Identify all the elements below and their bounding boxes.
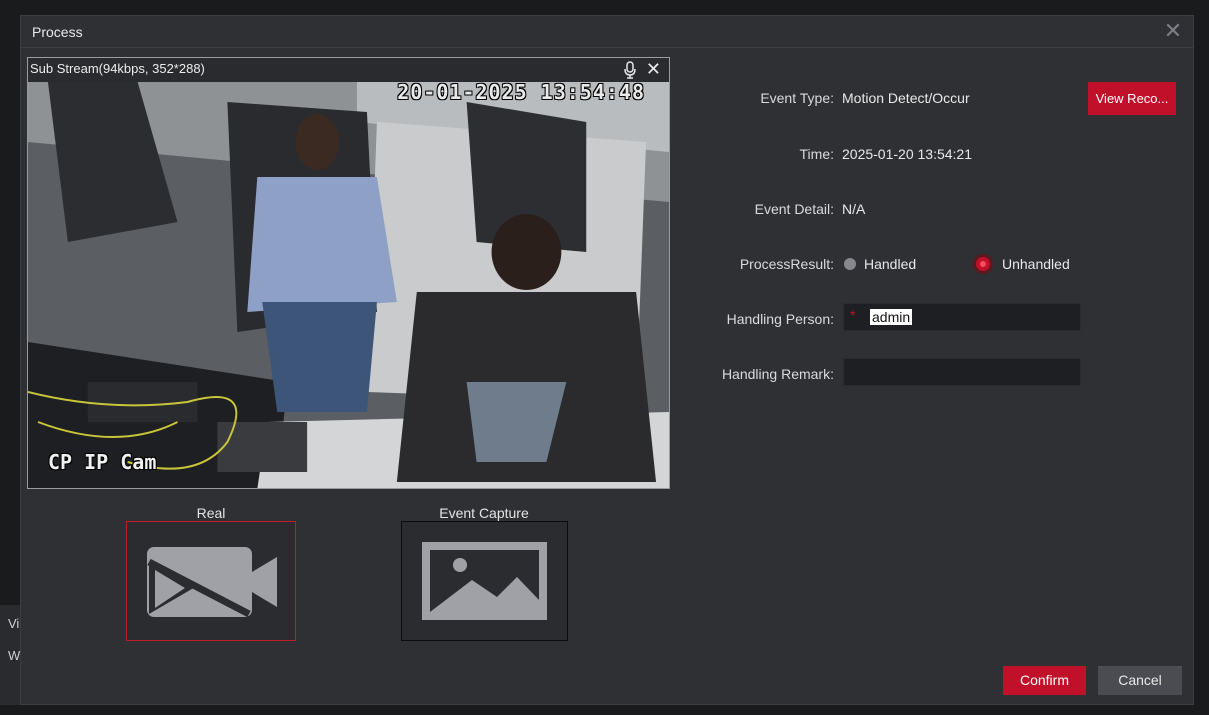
confirm-button[interactable]: Confirm — [1003, 666, 1086, 695]
radio-unhandled[interactable]: Unhandled — [976, 256, 1070, 272]
microphone-icon[interactable] — [623, 61, 637, 79]
close-icon[interactable]: ✕ — [1161, 19, 1185, 43]
real-video-thumbnail[interactable] — [126, 521, 296, 641]
event-type-value: Motion Detect/Occur — [842, 90, 970, 106]
time-value: 2025-01-20 13:54:21 — [842, 146, 972, 162]
event-capture-thumbnail[interactable] — [401, 521, 568, 641]
dialog-title: Process — [32, 24, 83, 40]
radio-handled[interactable]: Handled — [844, 256, 916, 272]
handling-person-input[interactable]: * admin — [843, 303, 1081, 331]
background-partial-label: W — [8, 648, 21, 663]
capture-thumbnail-label: Event Capture — [439, 505, 529, 521]
event-detail-label: Event Detail: — [754, 201, 834, 217]
handling-remark-input[interactable] — [843, 358, 1081, 386]
event-detail-value: N/A — [842, 201, 866, 217]
osd-timestamp: 20-01-2025 13:54:48 — [397, 80, 645, 104]
video-player[interactable]: Sub Stream(94kbps, 352*288) ✕ 20-01-2025… — [27, 57, 670, 489]
video-header: Sub Stream(94kbps, 352*288) ✕ — [28, 58, 669, 82]
cancel-button[interactable]: Cancel — [1098, 666, 1182, 695]
handling-person-value: admin — [870, 309, 913, 325]
time-label: Time: — [799, 146, 834, 162]
image-icon — [422, 542, 547, 620]
osd-camera-name: CP IP Cam — [48, 450, 157, 474]
process-result-label: ProcessResult: — [739, 256, 834, 272]
event-type-label: Event Type: — [760, 90, 834, 106]
required-mark: * — [850, 307, 856, 323]
handling-remark-label: Handling Remark: — [721, 366, 834, 382]
view-record-button[interactable]: View Reco... — [1088, 82, 1176, 115]
radio-handled-label: Handled — [864, 256, 917, 272]
process-dialog: Process ✕ Sub Stream(94kbps, 352*288) ✕ — [20, 15, 1194, 705]
radio-unchecked-icon — [844, 258, 856, 270]
video-camera-off-icon — [147, 547, 277, 618]
radio-unhandled-label: Unhandled — [1002, 256, 1070, 272]
handling-person-label: Handling Person: — [726, 311, 834, 327]
stream-title: Sub Stream(94kbps, 352*288) — [30, 61, 205, 76]
close-icon[interactable]: ✕ — [646, 58, 661, 80]
real-thumbnail-label: Real — [196, 505, 226, 521]
radio-checked-icon — [976, 257, 990, 271]
dialog-title-bar: Process ✕ — [21, 16, 1193, 48]
camera-feed-image — [28, 82, 669, 488]
background-partial-label: Vi — [8, 616, 20, 631]
